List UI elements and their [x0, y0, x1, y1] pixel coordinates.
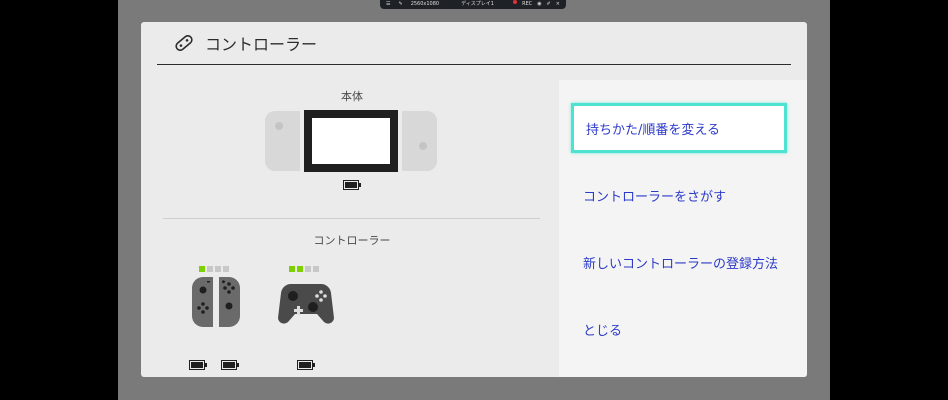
- joycon-player-leds: [199, 266, 229, 272]
- close-button[interactable]: とじる: [571, 308, 783, 350]
- player-led: [305, 266, 311, 272]
- recording-toolbar: ☰ ✎ 2560x1080 ディスプレイ1 REC ◉ ✐ ×: [380, 0, 566, 9]
- controllers-status-pane: 本体 コントローラー: [141, 80, 559, 377]
- console-label: 本体: [341, 90, 363, 103]
- record-dot-icon: [513, 0, 518, 4]
- display-label: ディスプレイ1: [461, 1, 494, 7]
- resolution-label: 2560x1080: [410, 1, 440, 7]
- menu-icon[interactable]: ☰: [386, 0, 390, 9]
- pro-controller-battery-icon: [297, 360, 315, 370]
- console-battery-icon: [343, 180, 361, 190]
- player-led: [199, 266, 205, 272]
- controllers-dialog: コントローラー 本体 コントローラー 持ちかた/順番を変える コントローラーをさ…: [141, 22, 807, 377]
- player-led: [207, 266, 213, 272]
- find-controllers-button[interactable]: コントローラーをさがす: [571, 174, 783, 216]
- player-led: [215, 266, 221, 272]
- pin-icon[interactable]: ✎: [398, 0, 402, 9]
- dialog-header: コントローラー: [157, 22, 791, 65]
- options-menu: 持ちかた/順番を変える コントローラーをさがす 新しいコントローラーの登録方法 …: [559, 80, 807, 377]
- player-led: [313, 266, 319, 272]
- joycon-pair-icon: [192, 277, 240, 327]
- rec-label[interactable]: REC: [522, 0, 532, 9]
- switch-console-icon: [265, 110, 437, 172]
- player-led: [223, 266, 229, 272]
- controllers-label: コントローラー: [313, 234, 391, 247]
- dialog-title: コントローラー: [205, 35, 318, 54]
- pro-controller-player-leds: [289, 266, 319, 272]
- pairing-instructions-button[interactable]: 新しいコントローラーの登録方法: [571, 241, 783, 283]
- joycon-right-battery-icon: [221, 360, 239, 370]
- draw-icon[interactable]: ✐: [547, 0, 551, 9]
- camera-icon[interactable]: ◉: [537, 0, 541, 9]
- close-icon[interactable]: ×: [556, 0, 560, 9]
- controller-icon: [175, 34, 193, 52]
- joycon-left-battery-icon: [189, 360, 207, 370]
- change-grip-order-button[interactable]: 持ちかた/順番を変える: [571, 103, 787, 153]
- player-led: [297, 266, 303, 272]
- pro-controller-icon: [278, 283, 334, 324]
- section-divider: [163, 218, 540, 219]
- player-led: [289, 266, 295, 272]
